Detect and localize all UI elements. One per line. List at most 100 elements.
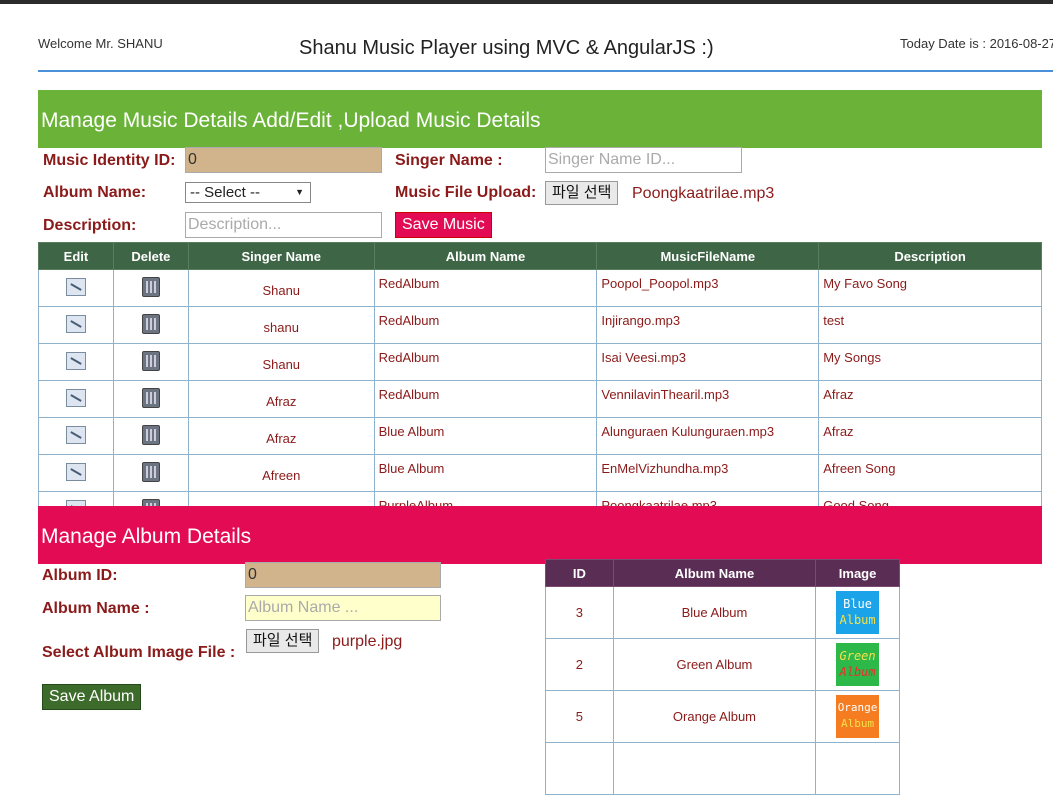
col-delete: Delete [112,242,189,270]
edit-icon[interactable] [65,425,86,444]
album-thumb-line1: Orange [837,701,878,714]
trash-icon[interactable] [141,350,160,371]
delete-cell [112,417,189,455]
file-cell: Alunguraen Kulunguraen.mp3 [596,417,820,455]
album-file-button[interactable]: 파일 선택 [246,629,320,653]
album-id-label: Album ID: [42,567,118,584]
save-music-button[interactable]: Save Music [395,212,492,238]
album-thumb-line2: Album [841,717,875,730]
description-cell: My Songs [818,343,1042,381]
col-description: Description [818,242,1042,270]
album-section-header: Manage Album Details [38,506,1042,564]
col-music-file-name: MusicFileName [596,242,820,270]
album-name-cell: Blue Album [612,586,817,639]
file-cell: Injirango.mp3 [596,306,820,344]
trash-icon[interactable] [141,461,160,482]
col-album-name: Album Name [612,559,817,587]
album-cell: Blue Album [373,417,598,455]
album-thumb-line1: Blue [843,597,873,611]
singer-cell: Shanu [187,269,375,307]
music-file-button[interactable]: 파일 선택 [545,181,619,205]
page-title: Shanu Music Player using MVC & AngularJS… [299,37,714,59]
today-date: Today Date is : 2016-08-27 [900,36,1053,51]
save-album-button[interactable]: Save Album [42,684,142,710]
music-id-label: Music Identity ID: [43,152,176,169]
album-file-name: purple.jpg [332,633,403,650]
singer-name-input[interactable] [545,147,742,173]
edit-cell [38,269,114,307]
album-name-input[interactable] [245,595,441,621]
album-cell: RedAlbum [373,380,598,418]
album-thumbnail: Orange Album [836,695,880,738]
col-id: ID [545,559,614,587]
album-thumbnail: Green Album [836,643,880,686]
trash-icon[interactable] [141,313,160,334]
music-upload-label: Music File Upload: [395,184,537,201]
edit-icon[interactable] [65,314,86,333]
file-cell: Poopol_Poopol.mp3 [596,269,820,307]
album-select-value: -- Select -- [190,184,261,201]
album-cell: RedAlbum [373,269,598,307]
col-edit: Edit [38,242,114,270]
album-thumb-line2: Album [839,613,876,627]
music-file-name: Poongkaatrilae.mp3 [632,185,775,202]
album-id-cell [545,742,614,795]
trash-icon[interactable] [141,387,160,408]
album-table: ID Album Name Image 3 Blue Album Blue Alb… [545,559,900,795]
album-name-cell [612,742,817,795]
singer-cell: Afraz [187,380,375,418]
edit-icon[interactable] [65,351,86,370]
album-table-header-row: ID Album Name Image [545,559,900,587]
table-row: Afraz RedAlbum VennilavinThearil.mp3 Afr… [38,380,1042,418]
album-section-title: Manage Album Details [41,525,252,548]
edit-cell [38,380,114,418]
edit-icon[interactable] [65,462,86,481]
music-section-header: Manage Music Details Add/Edit ,Upload Mu… [38,90,1042,148]
music-section-title: Manage Music Details Add/Edit ,Upload Mu… [41,109,541,132]
chevron-down-icon: ▼ [295,187,304,197]
album-thumbnail: Blue Album [836,591,880,634]
album-image-label: Select Album Image File : [42,644,236,661]
album-id-cell: 3 [545,586,614,639]
album-name-label: Album Name : [42,600,150,617]
album-id-cell: 2 [545,638,614,691]
album-id-input[interactable] [245,562,441,588]
table-row: Shanu RedAlbum Isai Veesi.mp3 My Songs [38,343,1042,381]
table-row: shanu RedAlbum Injirango.mp3 test [38,306,1042,344]
trash-icon[interactable] [141,276,160,297]
description-cell: test [818,306,1042,344]
album-thumb-line2: Album [839,665,876,679]
album-name-cell: Orange Album [612,690,817,743]
album-cell: RedAlbum [373,343,598,381]
description-cell: My Favo Song [818,269,1042,307]
delete-cell [112,306,189,344]
album-image-cell: Orange Album [815,690,900,743]
edit-icon[interactable] [65,388,86,407]
edit-cell [38,454,114,492]
album-select[interactable]: -- Select -- ▼ [185,182,311,203]
singer-cell: Afreen [187,454,375,492]
album-image-cell: Blue Album [815,586,900,639]
welcome-text: Welcome Mr. SHANU [38,36,163,51]
edit-cell [38,306,114,344]
description-cell: Afraz [818,380,1042,418]
table-row: Afraz Blue Album Alunguraen Kulunguraen.… [38,417,1042,455]
delete-cell [112,343,189,381]
table-row: 3 Blue Album Blue Album [545,586,900,639]
col-album-name: Album Name [373,242,598,270]
singer-name-label: Singer Name : [395,152,503,169]
music-id-input[interactable] [185,147,382,173]
description-cell: Afraz [818,417,1042,455]
music-table: Edit Delete Singer Name Album Name Music… [38,242,1042,529]
edit-icon[interactable] [65,277,86,296]
description-cell: Afreen Song [818,454,1042,492]
file-cell: VennilavinThearil.mp3 [596,380,820,418]
album-name-cell: Green Album [612,638,817,691]
table-row [545,742,900,795]
file-cell: EnMelVizhundha.mp3 [596,454,820,492]
description-input[interactable] [185,212,382,238]
trash-icon[interactable] [141,424,160,445]
singer-cell: shanu [187,306,375,344]
table-row: Afreen Blue Album EnMelVizhundha.mp3 Afr… [38,454,1042,492]
music-table-header-row: Edit Delete Singer Name Album Name Music… [38,242,1042,270]
